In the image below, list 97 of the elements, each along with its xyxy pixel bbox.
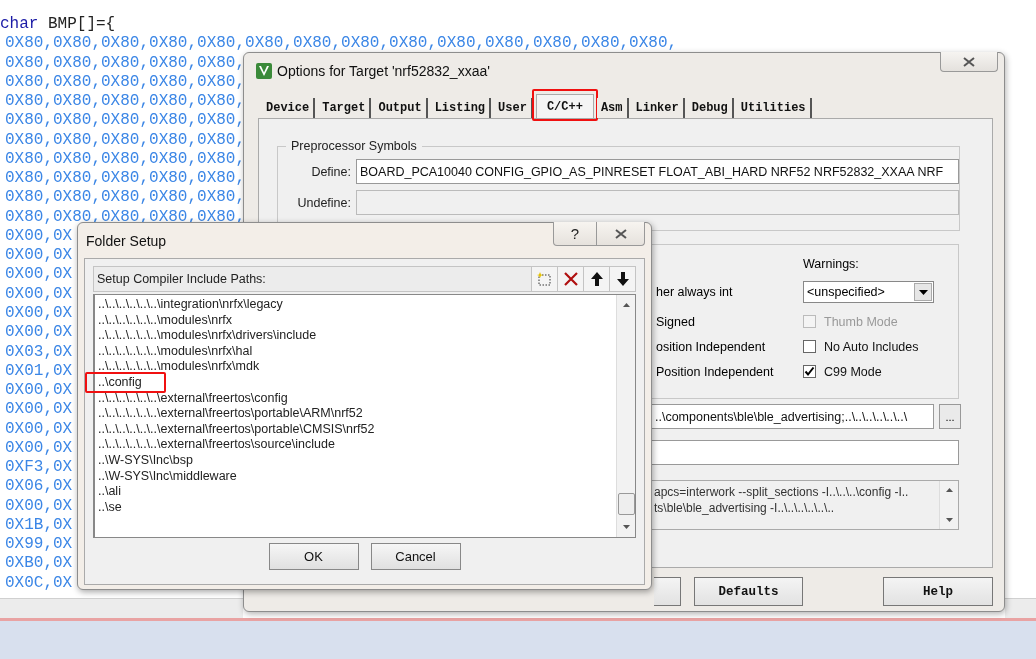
code-line: 0X00,0X (4, 496, 73, 516)
list-item[interactable]: ..\W-SYS\Inc\middleware (98, 468, 237, 483)
new-item-icon (536, 271, 553, 287)
code-line: 0X00,0X (4, 246, 73, 266)
code-line: char BMP[]={ (0, 15, 116, 35)
code-line: 0X00,0X (4, 323, 73, 343)
vertical-scrollbar[interactable] (616, 295, 635, 537)
up-arrow-icon (589, 271, 604, 287)
checkbox[interactable] (803, 340, 816, 353)
list-item[interactable]: ..\..\..\..\..\..\external\freertos\source\include (98, 437, 335, 452)
list-item[interactable]: ..\..\..\..\..\..\external\freertos\portable\CMSIS\nrf52 (98, 421, 375, 436)
code-line: 0X00,0X (4, 226, 73, 247)
code-line: 0X00,0X (4, 284, 73, 304)
list-item[interactable]: ..\..\..\..\..\..\external\freertos\config (98, 390, 288, 405)
include-paths-field[interactable]: ..\components\ble\ble_advertising;..\..\..\..\..\..\ (651, 404, 934, 429)
close-icon (614, 228, 627, 239)
code-line: 0X80,0X80,0X80,0X80,0X80, (4, 207, 246, 227)
code-line: 0X80,0X80,0X80,0X80,0X80, (4, 188, 246, 208)
list-header: Setup Compiler Include Paths: (93, 266, 636, 292)
warnings-dropdown[interactable]: <unspecified> (803, 281, 934, 303)
help-button[interactable]: Help (883, 577, 993, 606)
app-icon (256, 63, 272, 79)
code-line: 0X80,0X80,0X80,0X80,0X80, (4, 149, 246, 170)
code-line: 0X00,0X (4, 304, 73, 324)
list-item[interactable]: ..\config (98, 374, 142, 389)
list-item[interactable]: ..\..\..\..\..\..\modules\nrfx\hal (98, 343, 253, 358)
code-line: 0X00,0X (4, 400, 73, 420)
code-line: 0X0C,0X (4, 573, 73, 593)
option-label: Position Independent (656, 364, 774, 379)
undefine-field[interactable] (356, 190, 959, 215)
compiler-control-line: apcs=interwork --split_sections -I..\..\..\config -I.. (654, 484, 910, 500)
code-line: 0X01,0X (4, 361, 73, 382)
delete-icon (562, 271, 579, 287)
field-label: Define: (310, 164, 352, 179)
code-line: 0X99,0X (4, 535, 73, 555)
group-title: Preprocessor Symbols (290, 139, 418, 153)
tab[interactable]: Asm (596, 98, 629, 118)
ok-button[interactable]: OK (268, 543, 359, 570)
list-item[interactable]: ..\se (98, 499, 122, 514)
field-label: Undefine: (296, 195, 352, 210)
code-line: 0X00,0X (4, 419, 73, 439)
scroll-down-icon (945, 518, 953, 522)
checkbox[interactable] (803, 365, 816, 378)
list-item[interactable]: ..\..\..\..\..\..\modules\nrfx\drivers\include (98, 328, 317, 343)
compiler-control-line: ts\ble\ble_advertising -I..\..\..\..\..\.. (654, 500, 836, 516)
code-line: 0XF3,0X (4, 458, 73, 478)
scrollbar-thumb[interactable] (617, 493, 635, 515)
code-line: 0X06,0X (4, 477, 73, 497)
list-item[interactable]: ..\..\..\..\..\..\external\freertos\portable\ARM\nrf52 (98, 406, 363, 421)
tab[interactable]: C/C++ (535, 94, 594, 118)
code-line: 0XB0,0X (4, 554, 73, 574)
checkbox-label: No Auto Includes (824, 339, 919, 354)
code-line: 0X80,0X80,0X80,0X80,0X80, (4, 92, 246, 112)
horizontal-scrollbar[interactable] (0, 598, 243, 618)
code-line: 0X80,0X80,0X80,0X80,0X80, (4, 72, 246, 93)
field-label: Warnings: (803, 257, 859, 271)
defaults-button[interactable]: Defaults (694, 577, 803, 606)
list-item[interactable]: ..\..\..\..\..\..\modules\nrfx (98, 312, 233, 327)
code-line: 0X00,0X (4, 265, 73, 285)
option-label: osition Independent (656, 339, 766, 354)
checkbox-label: Thumb Mode (824, 314, 898, 329)
dialog-button[interactable] (654, 577, 681, 606)
list-item[interactable]: ..\..\..\..\..\..\modules\nrfx\mdk (98, 359, 260, 374)
move-up-button[interactable] (583, 267, 609, 291)
define-field[interactable]: BOARD_PCA10040 CONFIG_GPIO_AS_PINRESET FLOAT_ABI_HARD NRF52 NRF52832_XXAA NRF (356, 159, 959, 184)
code-line: 0X80,0X80,0X80,0X80,0X80, (4, 111, 246, 131)
scroll-up-icon (945, 488, 953, 492)
code-line: 0X00,0X (4, 438, 73, 459)
close-button[interactable] (940, 52, 998, 72)
help-button[interactable]: ? (553, 222, 597, 246)
option-label: her always int (656, 285, 733, 299)
code-line: 0X80,0X80,0X80,0X80,0X80, (4, 53, 246, 73)
browse-button[interactable]: ... (939, 404, 961, 429)
move-down-button[interactable] (609, 267, 635, 291)
scroll-down-icon (622, 525, 630, 529)
option-label: Signed (656, 314, 695, 329)
down-arrow-icon (615, 271, 630, 287)
dropdown-arrow-icon (918, 289, 928, 295)
delete-button[interactable] (557, 267, 583, 291)
code-line: 0X80,0X80,0X80,0X80,0X80, (4, 130, 246, 150)
scroll-up-icon (622, 303, 630, 307)
misc-controls-field[interactable] (651, 440, 959, 465)
list-item[interactable]: ..\..\..\..\..\..\integration\nrfx\legacy (98, 297, 283, 311)
window-title: Folder Setup (86, 232, 167, 249)
code-line: 0X03,0X (4, 342, 73, 362)
close-icon (963, 56, 975, 67)
code-line: 0X80,0X80,0X80,0X80,0X80, (4, 169, 246, 189)
list-item[interactable]: ..\W-SYS\Inc\bsp (98, 452, 193, 467)
new-folder-button[interactable] (531, 267, 557, 291)
window-title: Options for Target 'nrf52832_xxaa' (277, 63, 490, 79)
code-line: 0X00,0X (4, 381, 73, 401)
list-item[interactable]: ..\ali (98, 484, 121, 499)
checkbox-label: C99 Mode (824, 364, 882, 379)
close-button[interactable] (597, 222, 645, 246)
cancel-button[interactable]: Cancel (370, 543, 461, 570)
code-line: 0X1B,0X (4, 515, 73, 536)
code-line: 0X80,0X80,0X80,0X80,0X80,0X80,0X80,0X80,0X80,0X80,0X80,0X80,0X80,0X80, (4, 34, 678, 54)
